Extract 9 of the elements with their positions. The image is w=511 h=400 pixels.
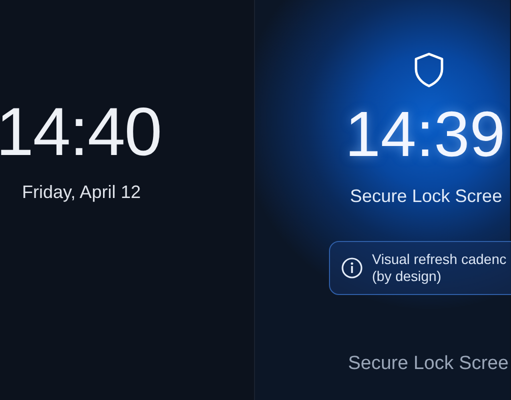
subtitle-label: Secure Lock Scree [350, 186, 502, 207]
notice-text: (by design) [372, 268, 442, 285]
clock-time: 14:39 [345, 102, 506, 166]
info-icon [341, 257, 363, 279]
notice-text: Visual refresh cadenc [372, 251, 506, 268]
clock-time: 14:40 [0, 98, 162, 166]
footer-label: Secure Lock Scree [348, 353, 509, 375]
date-label: Friday, April 12 [22, 182, 141, 203]
shield-icon [413, 52, 445, 88]
